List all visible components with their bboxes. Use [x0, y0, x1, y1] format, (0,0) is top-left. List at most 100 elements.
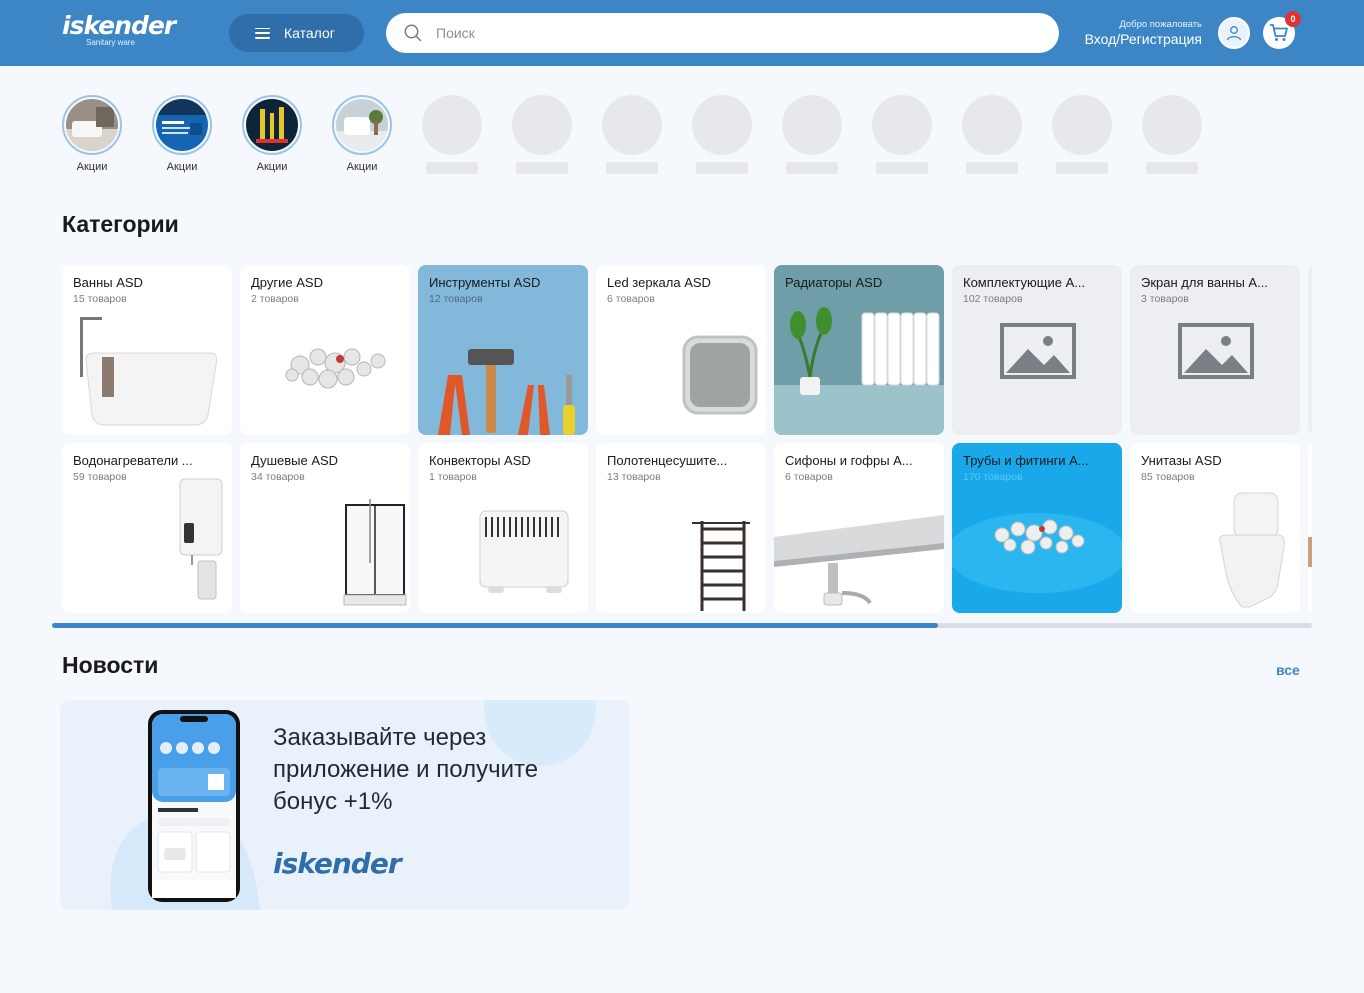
- story-item[interactable]: Акции: [332, 95, 392, 174]
- search-icon: [404, 24, 422, 42]
- skeleton-circle: [962, 95, 1022, 155]
- pipes-fittings-image: [952, 443, 1122, 613]
- categories-grid: Ванны ASD 15 товаров Другие ASD 2 товаро…: [62, 265, 1312, 613]
- category-count: 6 товаров: [785, 471, 833, 483]
- category-card[interactable]: Конвекторы ASD 1 товаров: [418, 443, 588, 613]
- category-count: 6 товаров: [607, 293, 655, 305]
- catalog-button[interactable]: Каталог: [229, 14, 364, 52]
- story-label: Акции: [346, 161, 378, 173]
- phone-mockup-image: [148, 710, 240, 902]
- radiator-image: [774, 265, 944, 435]
- stories-row: Акции Акции Акции Акции: [62, 95, 1232, 174]
- category-card[interactable]: Инструменты ASD 12 товаров: [418, 265, 588, 435]
- categories-scrollbar[interactable]: [52, 623, 1312, 628]
- skeleton-line: [696, 162, 748, 174]
- catalog-label: Каталог: [284, 25, 335, 41]
- category-name: Экран для ванны A...: [1141, 275, 1268, 290]
- site-logo[interactable]: iskender Sanitary ware: [62, 11, 176, 48]
- skeleton-line: [1056, 162, 1108, 174]
- category-count: 13 товаров: [607, 471, 661, 483]
- story-thumbnail[interactable]: [332, 95, 392, 155]
- cart-icon: [1270, 24, 1288, 41]
- category-card[interactable]: Ванны ASD 15 товаров: [62, 265, 232, 435]
- scrollbar-thumb[interactable]: [52, 623, 938, 628]
- category-name: Радиаторы ASD: [785, 275, 883, 290]
- cart-count-badge: 0: [1285, 11, 1301, 27]
- category-count: 85 товаров: [1141, 471, 1195, 483]
- category-card[interactable]: Душевые ASD 34 товаров: [240, 443, 410, 613]
- login-label: Вход/Регистрация: [1084, 31, 1202, 47]
- category-name: Конвекторы ASD: [429, 453, 531, 468]
- search-input[interactable]: [436, 25, 996, 41]
- category-name: Полотенцесушите...: [607, 453, 728, 468]
- category-card[interactable]: Комплектующие A... 102 товаров: [952, 265, 1122, 435]
- category-card[interactable]: Унитазы ASD 85 товаров: [1130, 443, 1300, 613]
- skeleton-circle: [1052, 95, 1112, 155]
- category-name: Душевые ASD: [251, 453, 339, 468]
- category-count: 59 товаров: [73, 471, 127, 483]
- category-name: Водонагреватели ...: [73, 453, 193, 468]
- water-heater-image: [179, 478, 223, 600]
- story-thumbnail[interactable]: [242, 95, 302, 155]
- news-all-link[interactable]: все: [1276, 662, 1300, 678]
- category-card[interactable]: Радиаторы ASD: [774, 265, 944, 435]
- category-name: Сифоны и гофры A...: [785, 453, 913, 468]
- user-icon: [1226, 26, 1242, 41]
- logo-wordmark: iskender: [62, 11, 176, 40]
- story-placeholder: [512, 95, 572, 174]
- category-card[interactable]: Экран для ванны A... 3 товаров: [1130, 265, 1300, 435]
- story-placeholder: [962, 95, 1022, 174]
- image-placeholder-icon: [1000, 323, 1076, 379]
- welcome-text: Добро пожаловать: [1119, 19, 1202, 30]
- category-card-partial[interactable]: [1308, 265, 1312, 435]
- category-name: Ванны ASD: [73, 275, 143, 290]
- avatar[interactable]: [1218, 17, 1250, 49]
- category-card[interactable]: Сифоны и гофры A... 6 товаров: [774, 443, 944, 613]
- login-link[interactable]: Добро пожаловать Вход/Регистрация: [1085, 19, 1202, 48]
- category-card[interactable]: Полотенцесушите... 13 товаров: [596, 443, 766, 613]
- partial-product-image: [1308, 537, 1312, 567]
- news-logo: iskender: [273, 847, 402, 880]
- skeleton-line: [786, 162, 838, 174]
- skeleton-line: [516, 162, 568, 174]
- search-bar: [386, 13, 1059, 53]
- category-name: Инструменты ASD: [429, 275, 541, 290]
- convector-image: [479, 510, 569, 593]
- tools-image: [418, 265, 588, 435]
- story-label: Акции: [166, 161, 198, 173]
- story-image: [66, 99, 118, 151]
- shower-cabin-image: [343, 499, 407, 606]
- image-placeholder-icon: [1178, 323, 1254, 379]
- skeleton-circle: [602, 95, 662, 155]
- towel-warmer-image: [692, 521, 750, 611]
- category-count: 15 товаров: [73, 293, 127, 305]
- skeleton-line: [1146, 162, 1198, 174]
- story-image: [336, 99, 388, 151]
- story-placeholder: [872, 95, 932, 174]
- story-thumbnail[interactable]: [152, 95, 212, 155]
- news-card[interactable]: Заказывайте через приложение и получите …: [60, 700, 630, 910]
- siphon-image: [774, 515, 944, 606]
- story-item[interactable]: Акции: [152, 95, 212, 174]
- category-card[interactable]: Водонагреватели ... 59 товаров: [62, 443, 232, 613]
- story-thumbnail[interactable]: [62, 95, 122, 155]
- category-card-partial[interactable]: [1308, 443, 1312, 613]
- category-count: 170 товаров: [963, 471, 1023, 483]
- skeleton-line: [966, 162, 1018, 174]
- category-card[interactable]: Led зеркала ASD 6 товаров: [596, 265, 766, 435]
- story-item[interactable]: Акции: [242, 95, 302, 174]
- story-item[interactable]: Акции: [62, 95, 122, 174]
- skeleton-line: [606, 162, 658, 174]
- category-count: 34 товаров: [251, 471, 305, 483]
- menu-icon: [255, 27, 270, 39]
- cart-button[interactable]: 0: [1263, 11, 1301, 49]
- categories-title: Категории: [62, 211, 179, 237]
- category-card[interactable]: Другие ASD 2 товаров: [240, 265, 410, 435]
- category-count: 2 товаров: [251, 293, 299, 305]
- story-placeholder: [692, 95, 752, 174]
- story-label: Акции: [256, 161, 288, 173]
- category-count: 12 товаров: [429, 293, 483, 305]
- category-name: Трубы и фитинги A...: [963, 453, 1089, 468]
- story-placeholder: [602, 95, 662, 174]
- category-card[interactable]: Трубы и фитинги A... 170 товаров: [952, 443, 1122, 613]
